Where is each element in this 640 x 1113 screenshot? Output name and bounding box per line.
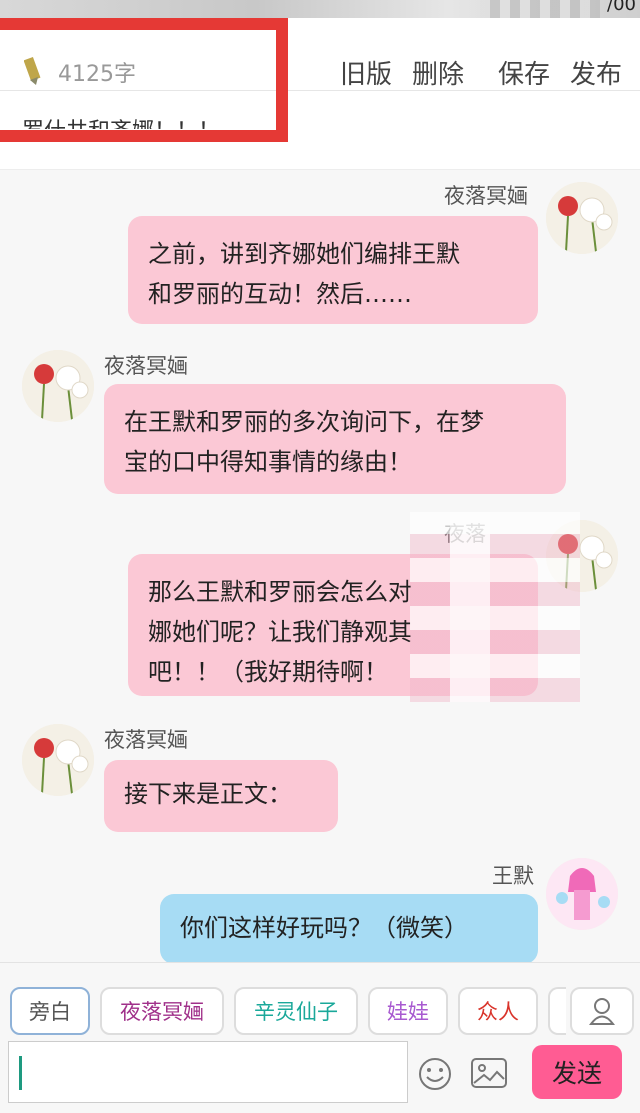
message-line: 你们这样好玩吗？（微笑） (180, 914, 468, 942)
mosaic-watermark (410, 512, 580, 702)
word-count: 4125字 (58, 62, 136, 87)
message-input[interactable] (8, 1041, 408, 1103)
sender-name: 夜落冥婳 (104, 354, 188, 378)
message-bubble: 在王默和罗丽的多次询问下，在梦 宝的口中得知事情的缘由！ (104, 384, 566, 494)
role-tab-yeluo[interactable]: 夜落冥婳 (100, 987, 224, 1035)
message-bubble: 接下来是正文： (104, 760, 338, 832)
message-bubble: 之前，讲到齐娜她们编排王默 和罗丽的互动！然后…… (128, 216, 538, 324)
image-icon[interactable] (470, 1057, 508, 1089)
delete-button[interactable]: 删除 (412, 54, 464, 91)
sender-name: 王默 (492, 864, 534, 888)
status-bar-blur (480, 0, 600, 18)
person-icon (589, 998, 615, 1025)
red-spider-lily-avatar[interactable] (546, 182, 618, 254)
role-tab-label: 旁白 (29, 1000, 71, 1024)
story-title[interactable]: 罗什井和齐娜！！！ (22, 113, 262, 129)
contacts-button[interactable] (570, 987, 634, 1035)
sender-name: 夜落冥婳 (444, 184, 528, 208)
header-actions: 旧版 删除 保存 发布 (340, 54, 622, 91)
message-bubble: 你们这样好玩吗？（微笑） (160, 894, 538, 962)
status-bar: /00 (0, 0, 640, 18)
role-tab-label: 辛灵仙子 (254, 1000, 338, 1024)
text-caret (19, 1056, 22, 1090)
red-spider-lily-avatar[interactable] (22, 724, 94, 796)
save-button[interactable]: 保存 (498, 54, 550, 91)
role-tab-wawa[interactable]: 娃娃 (368, 987, 448, 1035)
editor-header: 4125字 旧版 删除 保存 发布 (0, 18, 640, 91)
send-button-label: 发送 (551, 1059, 602, 1088)
sender-name: 夜落冥婳 (104, 728, 188, 752)
message-line: 接下来是正文： (124, 780, 292, 808)
role-tab-xinling[interactable]: 辛灵仙子 (234, 987, 358, 1035)
role-tab-label: 娃娃 (387, 1000, 429, 1024)
wangmo-avatar[interactable] (546, 858, 618, 930)
red-spider-lily-avatar[interactable] (22, 350, 94, 422)
role-tab-label: 夜落冥婳 (120, 1000, 204, 1024)
status-clock: /00 (607, 0, 636, 15)
old-version-button[interactable]: 旧版 (340, 54, 392, 91)
smiley-icon[interactable] (418, 1057, 452, 1091)
message-line: 和罗丽的互动！然后…… (148, 280, 412, 308)
title-row[interactable]: 罗什井和齐娜！！！ (0, 91, 640, 170)
composer-toolbar: 旁白 夜落冥婳 辛灵仙子 娃娃 众人 发送 (0, 962, 640, 1113)
message-line: 在王默和罗丽的多次询问下，在梦 (124, 408, 484, 436)
message-line: 之前，讲到齐娜她们编排王默 (148, 240, 460, 268)
message-line: 宝的口中得知事情的缘由！ (124, 448, 412, 476)
role-tab-label: 众人 (477, 1000, 519, 1024)
role-tab-overflow[interactable] (548, 987, 566, 1035)
role-tab-narrator[interactable]: 旁白 (10, 987, 90, 1035)
send-button[interactable]: 发送 (532, 1045, 622, 1099)
publish-button[interactable]: 发布 (570, 54, 622, 91)
chat-area[interactable]: 夜落冥婳 之前，讲到齐娜她们编排王默 和罗丽的互动！然后…… 夜落冥婳 在王默和… (0, 170, 640, 962)
pencil-icon (24, 56, 41, 85)
role-tab-everyone[interactable]: 众人 (458, 987, 538, 1035)
